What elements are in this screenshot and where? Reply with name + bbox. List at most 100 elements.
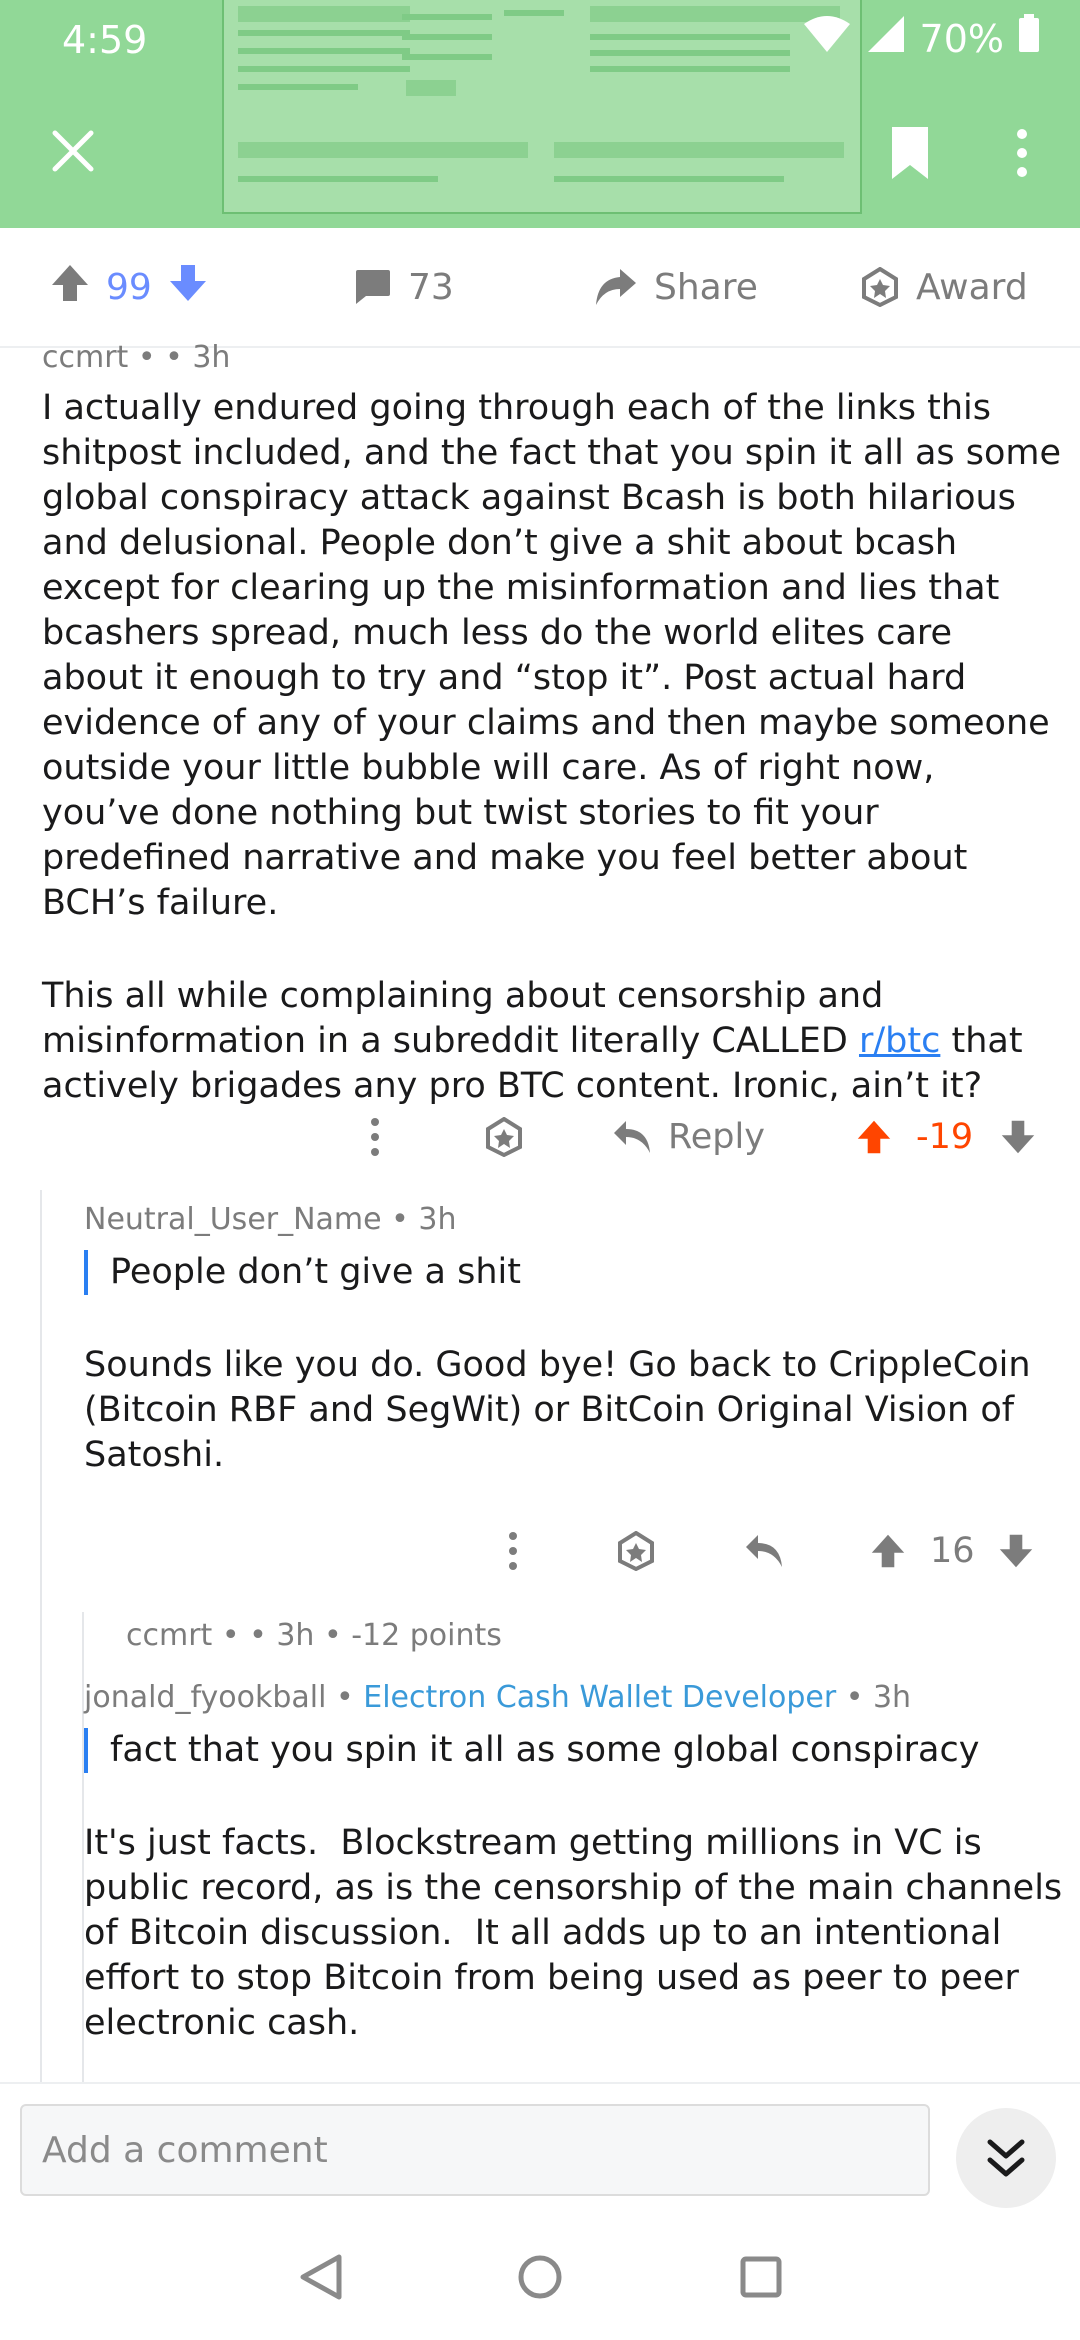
comment-bubble-icon	[356, 270, 390, 304]
upvote-arrow-icon	[52, 264, 88, 301]
thumb-line	[554, 176, 784, 182]
comment-meta: Neutral_User_Name • 3h	[84, 1202, 457, 1237]
comment-quote: fact that you spin it all as some global…	[84, 1728, 1074, 1773]
reply-arrow-icon	[614, 1121, 650, 1153]
signal-icon	[866, 14, 906, 63]
comment-body: People don’t give a shit Sounds like you…	[84, 1250, 1064, 1478]
thumb-line	[238, 84, 358, 90]
comment-reply-button[interactable]	[744, 1533, 784, 1569]
meta-separator: •	[137, 340, 156, 375]
comment-text-span: This all while complaining about censors…	[42, 976, 884, 1061]
share-label: Share	[654, 266, 758, 308]
comment-time: • 3h	[391, 1202, 457, 1237]
upvote-arrow-icon	[871, 1534, 905, 1568]
user-flair: Electron Cash Wallet Developer	[363, 1680, 837, 1715]
post-action-bar: 99 73 Share Award	[0, 228, 1080, 348]
downvote-arrow-icon	[1001, 1120, 1035, 1154]
comment-award-button[interactable]	[616, 1531, 656, 1571]
more-vertical-icon	[371, 1118, 379, 1156]
nav-back-button[interactable]	[286, 2242, 356, 2312]
comment-award-button[interactable]	[484, 1117, 524, 1157]
post-share-button[interactable]: Share	[594, 267, 758, 308]
comment-meta: jonald_fyookball • Electron Cash Wallet …	[84, 1680, 911, 1715]
post-award-button[interactable]: Award	[860, 267, 1028, 308]
comment-downvote-button[interactable]	[1000, 1119, 1036, 1155]
comment-author[interactable]: Neutral_User_Name	[84, 1202, 382, 1237]
save-post-button[interactable]	[880, 118, 940, 188]
post-score: 99	[106, 266, 152, 308]
award-icon	[486, 1117, 522, 1157]
collapsed-comment[interactable]: ccmrt • • 3h • -12 points	[126, 1618, 502, 1653]
comment-score: 16	[930, 1531, 975, 1571]
thumb-bar	[554, 142, 844, 158]
close-icon	[52, 130, 94, 172]
downvote-arrow-icon	[999, 1534, 1033, 1568]
comment-author: ccmrt	[126, 1618, 213, 1653]
award-icon	[862, 267, 898, 307]
post-media-header: 4:59 70%	[0, 0, 1080, 228]
add-comment-input[interactable]	[20, 2104, 930, 2196]
thumb-line	[238, 176, 438, 182]
double-chevron-down-icon	[987, 2139, 1025, 2177]
comment-downvote-button[interactable]	[998, 1533, 1034, 1569]
comment-paragraph: I actually endured going through each of…	[42, 388, 1062, 923]
more-vertical-icon	[509, 1532, 517, 1570]
comment-actions: Reply -19	[370, 1110, 1050, 1164]
award-icon	[618, 1531, 654, 1571]
comment-author[interactable]: ccmrt	[42, 340, 128, 375]
wifi-icon	[802, 14, 852, 63]
thread-line	[40, 1190, 42, 2082]
system-nav-bar	[0, 2212, 1080, 2340]
bookmark-icon	[892, 127, 928, 179]
comment-points: • -12 points	[324, 1618, 502, 1653]
home-circle-icon	[518, 2255, 562, 2299]
subreddit-link[interactable]: r/btc	[859, 1021, 940, 1061]
comment-time: • 3h	[845, 1680, 912, 1715]
status-bar: 4:59 70%	[0, 0, 1080, 80]
comment-paragraph: It's just facts. Blockstream getting mil…	[84, 1823, 1074, 2043]
post-comment-count: 73	[408, 266, 454, 308]
comment-paragraph: This all while complaining about censors…	[42, 974, 1062, 1109]
comment-time: • 3h	[249, 1618, 315, 1653]
downvote-button[interactable]	[168, 263, 208, 312]
status-time: 4:59	[62, 18, 148, 62]
comment-time: • 3h	[165, 340, 231, 375]
recents-square-icon	[740, 2256, 782, 2298]
comment-body: I actually endured going through each of…	[42, 386, 1062, 1109]
close-button[interactable]	[40, 118, 106, 184]
comment-score: -19	[916, 1117, 974, 1157]
meta-bullet: •	[335, 1680, 354, 1715]
reply-arrow-icon	[746, 1535, 782, 1567]
status-icons: 70%	[802, 14, 1040, 63]
nav-recents-button[interactable]	[726, 2242, 796, 2312]
comment-more-button[interactable]	[508, 1531, 518, 1571]
meta-separator: •	[221, 1618, 240, 1653]
comment-paragraph: Sounds like you do. Good bye! Go back to…	[84, 1345, 1031, 1475]
back-triangle-icon	[300, 2254, 342, 2300]
reply-label: Reply	[668, 1117, 765, 1157]
nav-home-button[interactable]	[505, 2242, 575, 2312]
thumb-bar	[238, 142, 528, 158]
comment-author[interactable]: jonald_fyookball	[84, 1680, 326, 1715]
more-vertical-icon	[1017, 129, 1027, 177]
comment-actions: 16	[508, 1524, 1048, 1578]
share-arrow-icon	[596, 269, 636, 305]
comment-upvote-button[interactable]	[870, 1533, 906, 1569]
comment-quote: People don’t give a shit	[84, 1250, 1064, 1295]
downvote-arrow-icon	[169, 264, 206, 301]
comment-more-button[interactable]	[370, 1117, 380, 1157]
comment-upvote-button[interactable]	[856, 1119, 892, 1155]
upvote-arrow-icon	[857, 1120, 891, 1154]
award-label: Award	[916, 266, 1028, 308]
add-comment-bar	[0, 2082, 1080, 2214]
comment-body: fact that you spin it all as some global…	[84, 1728, 1074, 2046]
post-vote-group: 99	[50, 263, 208, 312]
more-options-button[interactable]	[1000, 118, 1044, 188]
post-comments-button[interactable]: 73	[352, 267, 454, 308]
upvote-button[interactable]	[50, 263, 90, 312]
comment-meta: ccmrt • • 3h	[42, 340, 230, 375]
battery-icon	[1018, 14, 1040, 63]
comment-reply-button[interactable]: Reply	[612, 1117, 765, 1157]
thumb-bar	[406, 80, 456, 96]
next-comment-button[interactable]	[956, 2108, 1056, 2208]
